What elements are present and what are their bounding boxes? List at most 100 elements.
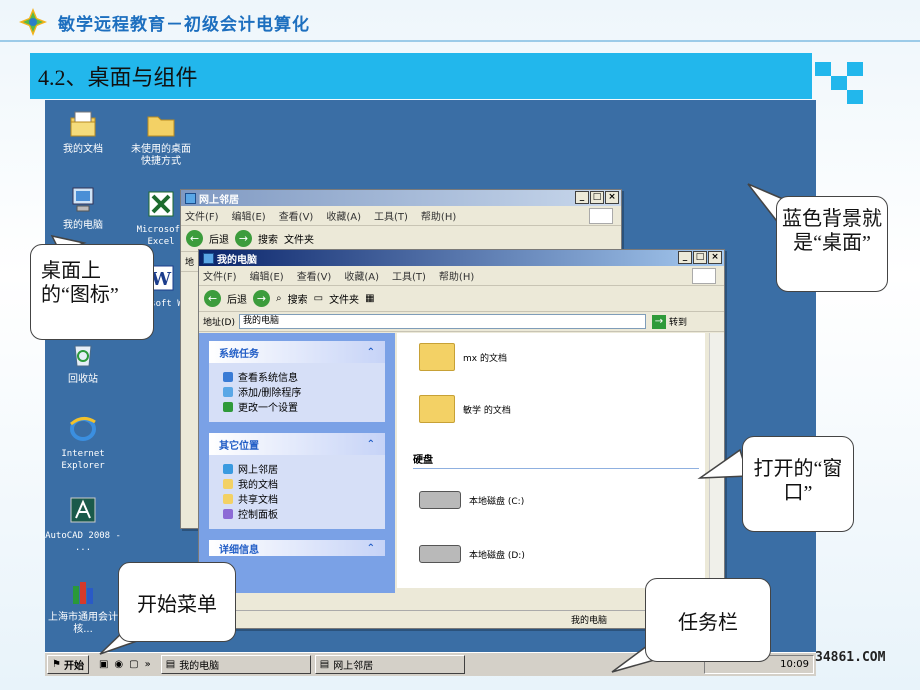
place-network[interactable]: 网上邻居 [223, 461, 377, 476]
menu-help[interactable]: 帮助(H) [439, 268, 474, 283]
place-control-panel[interactable]: 控制面板 [223, 506, 377, 521]
quick-launch-browser-icon[interactable]: ◉ [114, 659, 123, 670]
menu-tools[interactable]: 工具(T) [392, 268, 426, 283]
forward-arrow-icon[interactable]: → [235, 230, 252, 247]
brand-header: 敏学远程教育－初级会计电算化 [18, 6, 310, 38]
other-places-list: 网上邻居 我的文档 共享文档 控制面板 [209, 455, 385, 529]
menu-favorites[interactable]: 收藏(A) [344, 268, 379, 283]
forward-arrow-icon[interactable]: → [253, 290, 270, 307]
window-titlebar[interactable]: 网上邻居 _ □ × [181, 190, 621, 206]
brand-title: 敏学远程教育－初级会计电算化 [58, 14, 310, 35]
search-label[interactable]: 搜索 [258, 231, 278, 246]
menu-view[interactable]: 查看(V) [279, 208, 314, 223]
window-title: 网上邻居 [199, 194, 239, 206]
menu-favorites[interactable]: 收藏(A) [326, 208, 361, 223]
windows-flag-icon: ⚑ [52, 659, 61, 670]
other-places-header[interactable]: 其它位置 ⌃ [209, 433, 385, 455]
collapse-icon[interactable]: ⌃ [367, 439, 375, 450]
system-tasks-header[interactable]: 系统任务 ⌃ [209, 341, 385, 363]
folders-label[interactable]: 文件夹 [284, 231, 314, 246]
folders-label[interactable]: 文件夹 [329, 291, 359, 306]
hard-disk-icon [419, 545, 461, 563]
back-label[interactable]: 后退 [227, 291, 247, 306]
taskbar-item-label: 我的电脑 [179, 661, 220, 672]
maximize-button[interactable]: □ [590, 191, 604, 204]
window-titlebar[interactable]: 我的电脑 _ □ × [199, 250, 724, 266]
toolbar: ← 后退 → ⌕ 搜索 ▭ 文件夹 ▦ [199, 286, 724, 312]
tray-clock[interactable]: 10:09 [780, 659, 809, 670]
drive-item[interactable]: 本地磁盘 (C:) [419, 491, 524, 509]
desktop-icon-recycle-bin[interactable]: 回收站 [45, 338, 121, 386]
vertical-scrollbar[interactable] [709, 333, 724, 588]
place-shared-documents[interactable]: 共享文档 [223, 491, 377, 506]
back-arrow-icon[interactable]: ← [186, 230, 203, 247]
menubar: 文件(F) 编辑(E) 查看(V) 收藏(A) 工具(T) 帮助(H) [181, 206, 621, 226]
minimize-button[interactable]: _ [575, 191, 589, 204]
menu-edit[interactable]: 编辑(E) [250, 268, 284, 283]
network-icon [223, 463, 233, 474]
task-change-setting[interactable]: 更改一个设置 [223, 399, 377, 414]
views-icon[interactable]: ▦ [365, 293, 374, 304]
menu-edit[interactable]: 编辑(E) [232, 208, 266, 223]
info-icon [223, 371, 233, 382]
file-item[interactable]: mx 的文档 [419, 343, 507, 371]
file-item[interactable]: 敏学 的文档 [419, 395, 511, 423]
desktop-icon-accounting[interactable]: 上海市通用会计核... [45, 576, 121, 636]
status-right: 我的电脑 [571, 616, 608, 626]
menu-help[interactable]: 帮助(H) [421, 208, 456, 223]
close-button[interactable]: × [708, 251, 722, 264]
minimize-button[interactable]: _ [678, 251, 692, 264]
task-label: 更改一个设置 [238, 403, 298, 414]
network-small-icon: ▤ [319, 659, 330, 670]
maximize-button[interactable]: □ [693, 251, 707, 264]
details-header[interactable]: 详细信息 ⌃ [209, 540, 385, 556]
collapse-icon[interactable]: ⌃ [367, 543, 375, 554]
my-documents-icon [67, 108, 99, 140]
back-label[interactable]: 后退 [209, 231, 229, 246]
desktop-icon-my-computer[interactable]: 我的电脑 [45, 184, 121, 232]
desktop-icon-my-documents[interactable]: 我的文档 [45, 108, 121, 156]
drive-item[interactable]: 本地磁盘 (D:) [419, 545, 525, 563]
taskbar-item-network-places[interactable]: ▤ 网上邻居 [314, 655, 465, 674]
header-divider [0, 40, 920, 42]
collapse-icon[interactable]: ⌃ [367, 347, 375, 358]
watermark: 34861.COM [815, 650, 886, 665]
menu-file[interactable]: 文件(F) [185, 208, 219, 223]
quick-launch-app-icon[interactable]: ▢ [129, 659, 138, 670]
address-label: 地址(D) [203, 318, 235, 328]
menu-file[interactable]: 文件(F) [203, 268, 237, 283]
desktop-icon-autocad[interactable]: AutoCAD 2008 - ... [45, 494, 121, 554]
back-arrow-icon[interactable]: ← [204, 290, 221, 307]
callout-desktop: 蓝色背景就是“桌面” [776, 196, 888, 292]
menu-tools[interactable]: 工具(T) [374, 208, 408, 223]
quick-launch-desktop-icon[interactable]: ▣ [99, 659, 108, 670]
menu-view[interactable]: 查看(V) [297, 268, 332, 283]
quick-launch-chevron[interactable]: » [145, 659, 151, 670]
search-label[interactable]: 搜索 [288, 291, 308, 306]
programs-icon [223, 386, 233, 397]
place-label: 网上邻居 [238, 465, 278, 476]
start-button[interactable]: ⚑ 开始 [47, 655, 89, 674]
decorative-squares [815, 62, 865, 110]
search-icon[interactable]: ⌕ [276, 293, 282, 304]
other-places-group: 其它位置 ⌃ 网上邻居 我的文档 共享文档 控制面板 [209, 433, 385, 529]
task-view-system-info[interactable]: 查看系统信息 [223, 369, 377, 384]
desktop-icon-unused-shortcuts[interactable]: 未使用的桌面快捷方式 [123, 108, 199, 168]
desktop-icon-internet-explorer[interactable]: Internet Explorer [45, 412, 121, 472]
desktop-icon-label: 我的电脑 [63, 220, 103, 231]
window-controls: _ □ × [678, 251, 722, 264]
go-button[interactable]: → 转到 [651, 314, 687, 329]
folder-icon [223, 493, 233, 504]
address-input[interactable]: 我的电脑 [238, 314, 646, 329]
window-controls: _ □ × [575, 191, 619, 204]
window-my-computer[interactable]: 我的电脑 _ □ × 文件(F) 编辑(E) 查看(V) 收藏(A) 工具(T)… [198, 249, 725, 629]
task-add-remove-programs[interactable]: 添加/删除程序 [223, 384, 377, 399]
go-arrow-icon: → [651, 314, 666, 329]
folders-icon[interactable]: ▭ [314, 293, 323, 304]
file-view[interactable]: mx 的文档 敏学 的文档 硬盘 本地磁盘 (C:) 本地磁盘 (D:) [397, 333, 705, 588]
callout-icons: 桌面上的“图标” [30, 244, 154, 340]
taskbar-item-my-computer[interactable]: ▤ 我的电脑 [160, 655, 311, 674]
close-button[interactable]: × [605, 191, 619, 204]
callout-window: 打开的“窗口” [742, 436, 854, 532]
place-my-documents[interactable]: 我的文档 [223, 476, 377, 491]
